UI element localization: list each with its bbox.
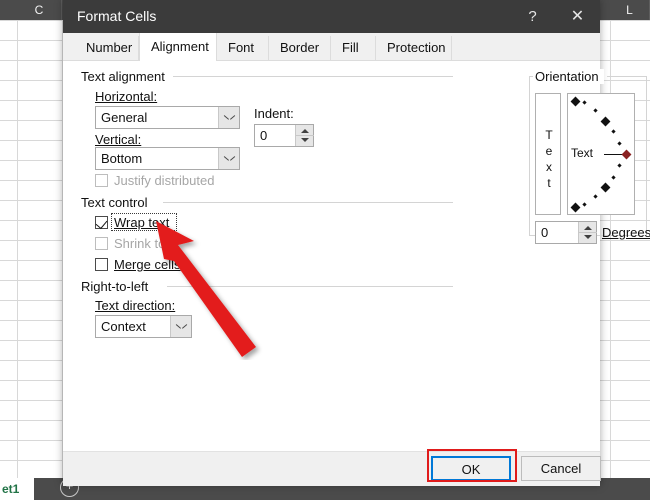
group-divider	[646, 76, 647, 236]
vertical-text-letter: x	[546, 160, 552, 174]
tab-protection[interactable]: Protection	[376, 36, 452, 60]
shrink-to-fit-label: Shrink to fit	[114, 236, 180, 251]
degrees-stepper-buttons[interactable]	[578, 222, 597, 243]
indent-value: 0	[260, 128, 268, 143]
horizontal-value: General	[101, 110, 148, 125]
merge-cells-checkbox[interactable]	[95, 258, 108, 271]
text-control-group-label: Text control	[81, 195, 153, 210]
justify-distributed-label: Justify distributed	[114, 173, 215, 188]
vertical-value: Bottom	[101, 151, 143, 166]
vertical-text-letter: e	[545, 144, 553, 158]
text-direction-value: Context	[101, 319, 146, 334]
vertical-combobox[interactable]: Bottom	[95, 147, 240, 170]
dial-marker-neg45[interactable]	[600, 182, 611, 193]
justify-distributed-checkbox[interactable]	[95, 174, 108, 187]
vertical-text-letter: T	[545, 128, 553, 142]
indent-stepper[interactable]: 0	[254, 124, 314, 147]
dial-marker-neg90[interactable]	[570, 202, 581, 213]
text-direction-label: Text direction:	[95, 298, 176, 313]
orientation-group-label: Orientation	[535, 69, 604, 84]
dialog-titlebar[interactable]: Format Cells ? ✕	[63, 0, 600, 33]
indent-label: Indent:	[254, 106, 294, 121]
indent-stepper-buttons[interactable]	[295, 125, 314, 146]
degrees-label: Degrees	[602, 225, 650, 240]
dial-marker-neg30[interactable]	[611, 175, 616, 180]
vertical-label: Vertical:	[95, 132, 142, 147]
dial-marker-neg75[interactable]	[582, 202, 587, 207]
dialog-footer: OK Cancel	[63, 451, 601, 486]
orientation-panel: Orientation T e x t Text 0 Degrees	[529, 69, 650, 244]
group-divider	[173, 76, 453, 77]
chevron-down-icon[interactable]	[218, 148, 239, 169]
vertical-text-option[interactable]: T e x t	[535, 93, 561, 215]
question-mark-icon[interactable]: ?	[510, 0, 555, 33]
dial-marker-60[interactable]	[593, 108, 598, 113]
ok-button[interactable]: OK	[431, 456, 511, 481]
stepper-down-icon[interactable]	[584, 235, 592, 239]
stepper-up-icon[interactable]	[301, 129, 309, 133]
chevron-down-icon[interactable]	[170, 316, 191, 337]
shrink-to-fit-checkbox[interactable]	[95, 237, 108, 250]
vertical-text-letter: t	[547, 176, 551, 190]
text-direction-combobox[interactable]: Context	[95, 315, 192, 338]
dial-marker-15[interactable]	[617, 141, 622, 146]
tab-alignment[interactable]: Alignment	[139, 33, 217, 61]
horizontal-combobox[interactable]: General	[95, 106, 240, 129]
cancel-button[interactable]: Cancel	[521, 456, 601, 481]
sheet-tab-sheet1[interactable]: et1	[0, 478, 34, 500]
right-to-left-group-label: Right-to-left	[81, 279, 154, 294]
group-divider	[529, 76, 530, 236]
dial-marker-75[interactable]	[582, 100, 587, 105]
column-header-l[interactable]: L	[610, 0, 650, 20]
degrees-stepper[interactable]: 0	[535, 221, 597, 244]
orientation-dial-text: Text	[571, 146, 594, 160]
tab-number[interactable]: Number	[75, 36, 139, 60]
orientation-dial[interactable]: Text	[567, 93, 635, 215]
dial-marker-30[interactable]	[611, 129, 616, 134]
dial-marker-neg15[interactable]	[617, 163, 622, 168]
chevron-down-icon[interactable]	[218, 107, 239, 128]
merge-cells-label: Merge cells	[114, 257, 181, 272]
dial-handle-0[interactable]	[621, 149, 632, 160]
tab-fill[interactable]: Fill	[331, 36, 376, 60]
dial-marker-90[interactable]	[570, 96, 581, 107]
group-divider	[607, 76, 647, 77]
tab-border[interactable]: Border	[269, 36, 331, 60]
column-header-c[interactable]: C	[17, 0, 62, 20]
text-alignment-group-label: Text alignment	[81, 69, 170, 84]
dialog-title: Format Cells	[77, 8, 157, 24]
wrap-text-checkbox[interactable]	[95, 216, 108, 230]
horizontal-label: Horizontal:	[95, 89, 158, 104]
format-cells-dialog: Format Cells ? ✕ Number Alignment Font B…	[63, 0, 650, 486]
dialog-body: Text alignment Horizontal: General Inden…	[63, 61, 650, 451]
group-divider	[167, 286, 453, 287]
dialog-tabstrip: Number Alignment Font Border Fill Protec…	[63, 33, 600, 61]
group-divider	[163, 202, 453, 203]
dial-marker-45[interactable]	[600, 116, 611, 127]
close-icon[interactable]: ✕	[555, 0, 600, 33]
stepper-down-icon[interactable]	[301, 138, 309, 142]
dial-marker-neg60[interactable]	[593, 194, 598, 199]
degrees-value: 0	[541, 225, 549, 240]
tab-font[interactable]: Font	[217, 36, 269, 60]
wrap-text-focus-ring	[111, 213, 177, 231]
stepper-up-icon[interactable]	[584, 226, 592, 230]
